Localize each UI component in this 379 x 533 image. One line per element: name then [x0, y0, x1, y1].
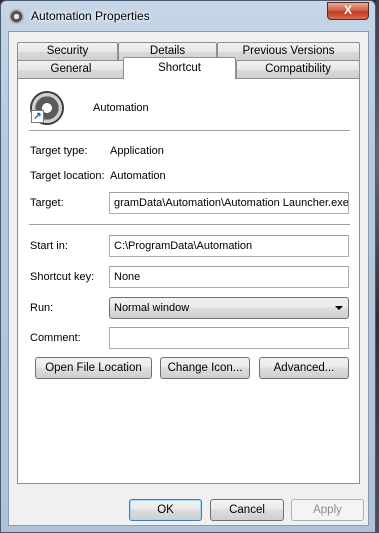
chevron-down-icon [335, 306, 343, 310]
start-in-label: Start in: [30, 240, 68, 252]
tab-security[interactable]: Security [17, 42, 118, 61]
properties-window: Automation Properties X Security Details… [0, 0, 376, 533]
target-type-value: Application [110, 145, 164, 157]
advanced-button[interactable]: Advanced... [259, 357, 349, 379]
shortcut-key-label: Shortcut key: [30, 271, 95, 283]
target-field[interactable]: gramData\Automation\Automation Launcher.… [109, 192, 349, 214]
target-location-label: Target location: [30, 170, 105, 182]
run-selected-value: Normal window [114, 302, 190, 314]
shortcut-arrow-icon: ↗ [31, 110, 44, 123]
tab-general[interactable]: General [17, 60, 125, 79]
start-in-field[interactable]: C:\ProgramData\Automation [109, 235, 349, 257]
shortcut-tab-panel: ↗ Automation Target type: Application Ta… [17, 78, 360, 484]
shortcut-key-field[interactable]: None [109, 266, 349, 288]
ok-button[interactable]: OK [129, 499, 202, 521]
dialog-client-area: Security Details Previous Versions Gener… [8, 31, 369, 526]
divider [29, 224, 350, 225]
cancel-button[interactable]: Cancel [210, 499, 284, 521]
apply-button[interactable]: Apply [291, 499, 364, 521]
change-icon-button[interactable]: Change Icon... [160, 357, 250, 379]
target-location-value: Automation [110, 170, 166, 182]
run-dropdown[interactable]: Normal window [109, 297, 349, 319]
title-bar[interactable]: Automation Properties X [1, 1, 375, 31]
tab-previous-versions[interactable]: Previous Versions [217, 42, 360, 61]
automation-app-icon [9, 9, 24, 24]
run-label: Run: [30, 302, 54, 314]
open-file-location-button[interactable]: Open File Location [35, 357, 152, 379]
tab-shortcut[interactable]: Shortcut [123, 57, 236, 79]
target-label: Target: [30, 197, 64, 209]
tab-compatibility[interactable]: Compatibility [236, 60, 360, 79]
comment-label: Comment: [30, 332, 81, 344]
target-type-label: Target type: [30, 145, 88, 157]
window-title: Automation Properties [31, 9, 150, 23]
close-button[interactable]: X [327, 2, 369, 20]
comment-field[interactable] [109, 327, 349, 349]
divider [29, 130, 350, 131]
shortcut-name: Automation [93, 102, 149, 114]
